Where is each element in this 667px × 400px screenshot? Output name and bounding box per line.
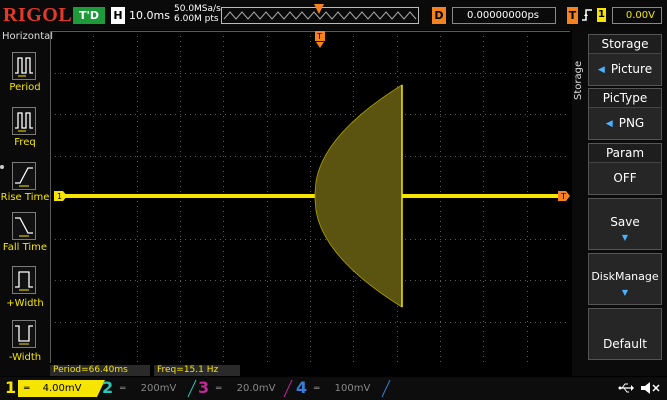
freq-label: Freq [14,137,36,148]
neg-width-label: -Width [8,352,42,363]
ch4-scale-box[interactable]: ═ 100mV [310,380,385,397]
pos-width-label: +Width [6,298,44,309]
default-label: Default [603,337,647,351]
default-button[interactable]: Default [588,308,662,360]
freq-button[interactable] [12,107,36,135]
freq-measurement: Freq=15.1 Hz [154,365,240,376]
period-icon [15,57,33,77]
ch4-number[interactable]: 4 [296,378,307,398]
ch3-number[interactable]: 3 [198,378,209,398]
dc-coupling-icon: ═ [24,384,30,394]
ch1-number[interactable]: 1 [5,378,16,398]
ch3-scale: 20.0mV [236,383,276,394]
diskmanage-label: DiskManage [591,270,659,283]
menu-select-arrow-icon: ◀ [605,119,613,129]
storage-value: Picture [610,62,653,76]
diskmanage-button[interactable]: DiskManage ▼ [588,253,662,305]
trigger-top-label: T [316,32,322,41]
neg-width-button[interactable] [12,320,36,348]
period-button[interactable] [12,52,36,80]
rise-time-label: Rise Time [0,192,50,203]
waveform-display[interactable]: T 1 T [50,31,570,363]
ch2-scale-box[interactable]: ═ 200mV [116,380,191,397]
pictype-value: PNG [618,116,645,130]
ch1-scale-box[interactable]: ═ 4.00mV [18,380,93,397]
trigger-position-marker-icon [314,4,324,14]
submenu-arrow-icon: ▼ [621,288,629,297]
rise-time-icon [15,167,33,187]
measure-menu-title: Horizontal [2,31,54,42]
trigger-source-badge[interactable]: 1 [597,8,606,22]
channel-separator-icon [381,379,391,398]
rise-time-button[interactable] [12,162,36,190]
menu-select-arrow-icon: ◀ [597,65,605,75]
param-button[interactable]: Param OFF [588,143,662,195]
submenu-arrow-icon: ▼ [621,233,629,242]
menu-page-indicator [0,165,4,169]
storage-menu-tab: Storage [572,38,588,108]
memory-depth: 6.00M pts [174,14,219,24]
timebase-value[interactable]: 10.0ms [129,8,170,23]
trigger-label: T [567,7,578,24]
neg-width-icon [15,325,33,345]
ch1-baseline-trace [60,194,560,198]
storage-tab-label: Storage [573,60,584,100]
rising-edge-icon [582,9,592,21]
ch1-marker-label: 1 [57,192,62,201]
save-button[interactable]: Save ▼ [588,198,662,250]
param-value: OFF [613,171,637,185]
run-state-badge[interactable]: T'D [73,7,105,24]
trigger-level-value[interactable]: 0.00V [612,7,662,24]
pictype-title: PicType [589,89,661,108]
ch1-burst-envelope [314,84,403,308]
svg-text:T: T [560,192,566,201]
ch4-scale: 100mV [334,383,371,394]
dc-coupling-icon: ═ [120,384,126,394]
storage-title: Storage [589,35,661,54]
ch2-number[interactable]: 2 [102,378,113,398]
channel-separator-icon [283,379,293,398]
ch1-scale: 4.00mV [42,383,82,394]
freq-icon [15,112,33,132]
dc-coupling-icon: ═ [314,384,320,394]
ch1-ground-marker-icon: 1 [54,191,67,201]
pictype-button[interactable]: PicType ◀ PNG [588,88,662,140]
period-measurement: Period=66.40ms [50,365,150,376]
delay-label: D [432,7,446,24]
save-label: Save [610,215,640,229]
fall-time-button[interactable] [12,212,36,240]
channel-separator-icon [187,379,197,398]
param-title: Param [589,144,661,163]
ch1-waveform [60,84,560,308]
delay-value[interactable]: 0.00000000ps [452,7,556,24]
period-label: Period [9,82,41,93]
pos-width-icon [15,271,33,291]
fall-time-label: Fall Time [2,242,48,253]
trigger-level-marker-icon: T [558,191,570,201]
storage-type-button[interactable]: Storage ◀ Picture [588,34,662,86]
trigger-top-marker-icon: T [315,31,325,48]
ch2-scale: 200mV [140,383,177,394]
dc-coupling-icon: ═ [216,384,222,394]
rigol-logo: RIGOL [3,4,73,26]
pos-width-button[interactable] [12,266,36,294]
horizontal-label: H [111,7,125,24]
speaker-icon[interactable] [640,381,662,395]
ch3-scale-box[interactable]: ═ 20.0mV [212,380,287,397]
usb-icon [618,383,634,393]
fall-time-icon [15,217,33,237]
